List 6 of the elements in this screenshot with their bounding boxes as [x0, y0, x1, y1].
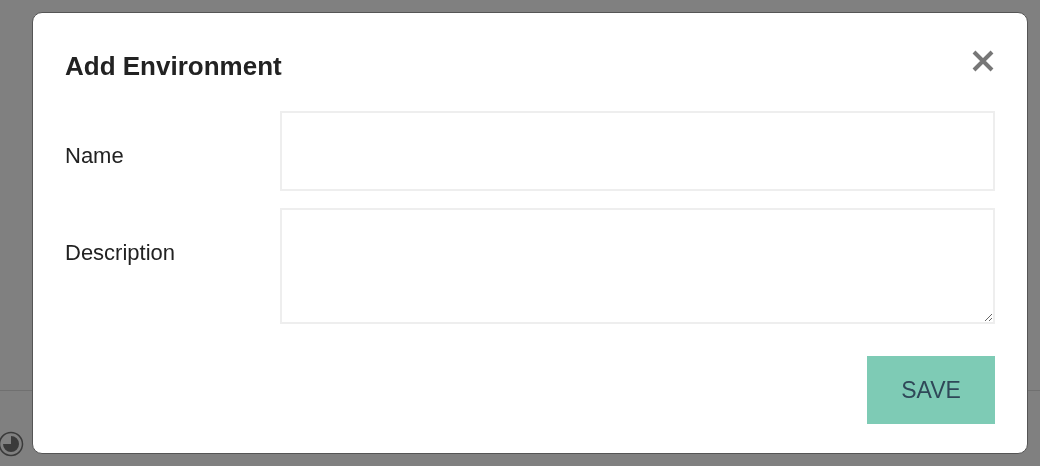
field-label: Description [65, 239, 177, 267]
dialog-title: Add Environment [65, 50, 282, 83]
field-label: Name [65, 142, 125, 170]
pie-chart-icon [0, 431, 24, 457]
description-field[interactable] [279, 208, 995, 324]
save-button[interactable]: SAVE [867, 356, 995, 424]
